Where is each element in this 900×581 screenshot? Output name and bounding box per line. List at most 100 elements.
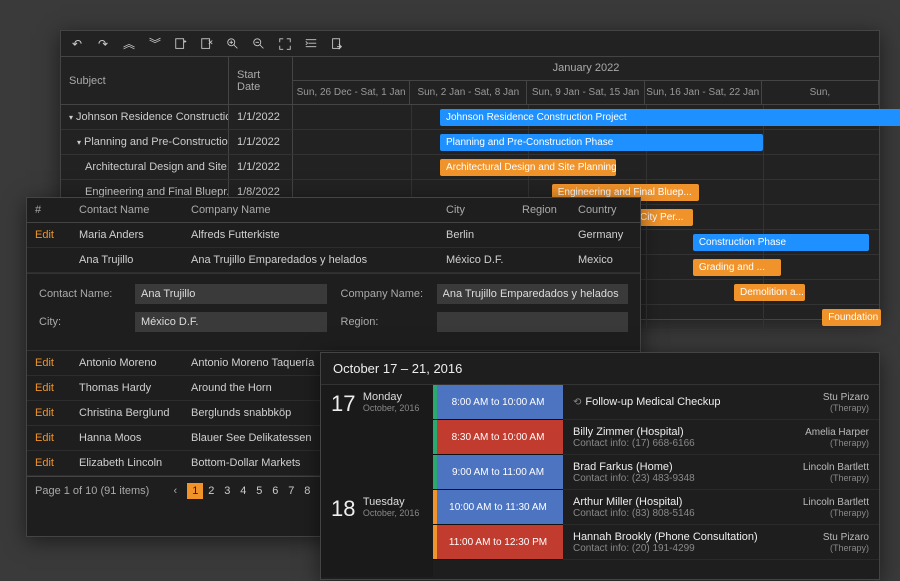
slot-time: 8:00 AM to 10:00 AM bbox=[452, 397, 545, 408]
col-subject[interactable]: Subject bbox=[61, 57, 229, 104]
day-header[interactable]: 18 Tuesday October, 2016 bbox=[321, 490, 433, 560]
appointment[interactable]: ⟲Follow-up Medical Checkup Stu Pizaro(Th… bbox=[563, 385, 879, 420]
expand-all-icon[interactable]: ︾ bbox=[143, 33, 167, 55]
indent-icon[interactable] bbox=[299, 33, 323, 55]
time-slot[interactable]: 9:00 AM to 11:00 AM bbox=[433, 455, 563, 490]
time-slot[interactable]: 8:30 AM to 10:00 AM bbox=[433, 420, 563, 455]
col-hash[interactable]: # bbox=[27, 198, 71, 223]
zoom-in-icon[interactable] bbox=[221, 33, 245, 55]
page-number[interactable]: 5 bbox=[251, 483, 267, 499]
day-column: 17 Monday October, 201618 Tuesday Octobe… bbox=[321, 385, 433, 577]
page-number[interactable]: 1 bbox=[187, 483, 203, 499]
timeline[interactable]: Architectural Design and Site Planning bbox=[293, 155, 879, 179]
table-row[interactable]: Edit Maria Anders Alfreds Futterkiste Be… bbox=[27, 223, 640, 248]
day-number: 17 bbox=[331, 391, 355, 416]
gantt-row[interactable]: Architectural Design and Site... 1/1/202… bbox=[61, 155, 879, 180]
page-number[interactable]: 8 bbox=[299, 483, 315, 499]
appt-title: Billy Zimmer (Hospital) bbox=[573, 426, 684, 438]
fullscreen-icon[interactable] bbox=[273, 33, 297, 55]
appointment-column: ⟲Follow-up Medical Checkup Stu Pizaro(Th… bbox=[563, 385, 879, 577]
zoom-out-icon[interactable] bbox=[247, 33, 271, 55]
col-region[interactable]: Region bbox=[514, 198, 570, 223]
edit-link[interactable]: Edit bbox=[35, 382, 54, 394]
gantt-bar[interactable]: Grading and ... bbox=[693, 259, 781, 276]
appointment[interactable]: Arthur Miller (Hospital)Contact info: (8… bbox=[563, 490, 879, 525]
gantt-bar[interactable]: Planning and Pre-Construction Phase bbox=[440, 134, 763, 151]
page-number[interactable]: 7 bbox=[283, 483, 299, 499]
appointment[interactable]: Billy Zimmer (Hospital)Contact info: (17… bbox=[563, 420, 879, 455]
timeline[interactable]: Planning and Pre-Construction Phase bbox=[293, 130, 879, 154]
appt-info: Contact info: (20) 191-4299 bbox=[573, 543, 758, 554]
time-slot[interactable]: 11:00 AM to 12:30 PM bbox=[433, 525, 563, 560]
input-region[interactable] bbox=[437, 312, 629, 332]
appt-title: Brad Farkus (Home) bbox=[573, 461, 673, 473]
appt-info: Contact info: (83) 808-5146 bbox=[573, 508, 695, 519]
gantt-row[interactable]: ▾Planning and Pre-Construction ... 1/1/2… bbox=[61, 130, 879, 155]
gantt-bar[interactable]: Johnson Residence Construction Project bbox=[440, 109, 900, 126]
col-city[interactable]: City bbox=[438, 198, 514, 223]
page-number[interactable]: 2 bbox=[203, 483, 219, 499]
day-name: Monday bbox=[363, 391, 420, 403]
page-number[interactable]: 3 bbox=[219, 483, 235, 499]
cell-region bbox=[514, 223, 570, 248]
detail-panel: Contact Name: Company Name: City: Region… bbox=[27, 273, 640, 351]
cell-contact: Christina Berglund bbox=[71, 401, 183, 426]
gantt-bar[interactable]: Architectural Design and Site Planning bbox=[440, 159, 616, 176]
cell-company: Ana Trujillo Emparedados y helados bbox=[183, 248, 438, 273]
pager-prev-icon[interactable]: ‹ bbox=[167, 483, 183, 499]
gantt-bar[interactable]: Construction Phase bbox=[693, 234, 869, 251]
input-company[interactable] bbox=[437, 284, 629, 304]
gantt-bar[interactable]: City Per... bbox=[634, 209, 693, 226]
redo-icon[interactable]: ↷ bbox=[91, 33, 115, 55]
appt-info: Contact info: (17) 668-6166 bbox=[573, 438, 695, 449]
day-header[interactable]: 17 Monday October, 2016 bbox=[321, 385, 433, 490]
timeline[interactable]: Johnson Residence Construction Project bbox=[293, 105, 879, 129]
appt-person: Lincoln Bartlett bbox=[803, 497, 869, 508]
time-slot[interactable]: 10:00 AM to 11:30 AM bbox=[433, 490, 563, 525]
cell-subject: ▾Johnson Residence Construction ... bbox=[61, 105, 229, 129]
edit-link[interactable]: Edit bbox=[35, 457, 54, 469]
page-number[interactable]: 6 bbox=[267, 483, 283, 499]
remove-task-icon[interactable] bbox=[195, 33, 219, 55]
col-company[interactable]: Company Name bbox=[183, 198, 438, 223]
page-number[interactable]: 4 bbox=[235, 483, 251, 499]
col-country[interactable]: Country bbox=[570, 198, 640, 223]
cell-start: 1/1/2022 bbox=[229, 105, 293, 129]
collapse-all-icon[interactable]: ︽ bbox=[117, 33, 141, 55]
edit-link[interactable]: Edit bbox=[35, 357, 54, 369]
cell-contact: Antonio Moreno bbox=[71, 351, 183, 376]
gantt-bar[interactable]: Foundation bbox=[822, 309, 881, 326]
edit-link[interactable]: Edit bbox=[35, 229, 54, 241]
cell-start: 1/1/2022 bbox=[229, 130, 293, 154]
label-company: Company Name: bbox=[341, 288, 431, 300]
label-region: Region: bbox=[341, 316, 431, 328]
scheduler-title: October 17 – 21, 2016 bbox=[321, 353, 879, 385]
export-icon[interactable] bbox=[325, 33, 349, 55]
appt-title: Follow-up Medical Checkup bbox=[585, 396, 720, 408]
week-header: Sun, 16 Jan - Sat, 22 Jan bbox=[645, 81, 762, 104]
col-start-date[interactable]: Start Date bbox=[229, 57, 293, 104]
time-slot[interactable]: 8:00 AM to 10:00 AM bbox=[433, 385, 563, 420]
month-header: January 2022 bbox=[293, 57, 879, 81]
day-name: Tuesday bbox=[363, 496, 420, 508]
undo-icon[interactable]: ↶ bbox=[65, 33, 89, 55]
appt-type: (Therapy) bbox=[823, 403, 869, 413]
add-task-icon[interactable] bbox=[169, 33, 193, 55]
edit-link[interactable]: Edit bbox=[35, 407, 54, 419]
appointment[interactable]: Hannah Brookly (Phone Consultation)Conta… bbox=[563, 525, 879, 560]
week-header: Sun, 9 Jan - Sat, 15 Jan bbox=[527, 81, 644, 104]
cell-contact: Elizabeth Lincoln bbox=[71, 451, 183, 476]
edit-link[interactable]: Edit bbox=[35, 432, 54, 444]
col-contact[interactable]: Contact Name bbox=[71, 198, 183, 223]
appointment[interactable]: Brad Farkus (Home)Contact info: (23) 483… bbox=[563, 455, 879, 490]
gantt-bar[interactable]: Demolition a... bbox=[734, 284, 805, 301]
input-city[interactable] bbox=[135, 312, 327, 332]
slot-time: 11:00 AM to 12:30 PM bbox=[449, 537, 547, 548]
slot-time: 9:00 AM to 11:00 AM bbox=[452, 467, 544, 478]
cell-region bbox=[514, 248, 570, 273]
gantt-row[interactable]: ▾Johnson Residence Construction ... 1/1/… bbox=[61, 105, 879, 130]
appt-person: Stu Pizaro bbox=[823, 532, 869, 543]
gantt-header: Subject Start Date January 2022 Sun, 26 … bbox=[61, 57, 879, 105]
input-contact[interactable] bbox=[135, 284, 327, 304]
table-row[interactable]: Ana Trujillo Ana Trujillo Emparedados y … bbox=[27, 248, 640, 273]
